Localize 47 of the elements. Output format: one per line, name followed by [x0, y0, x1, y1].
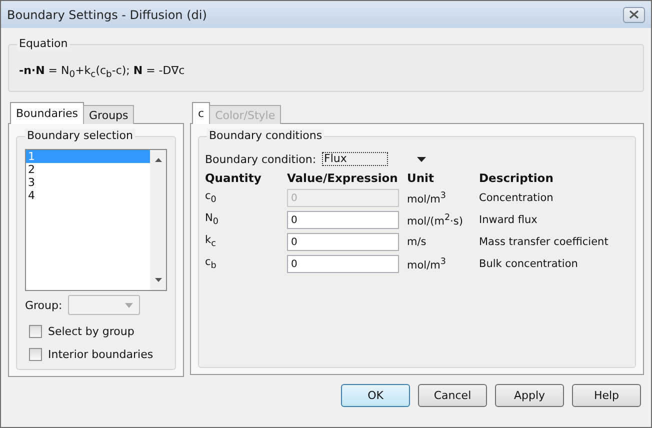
dialog-button[interactable]: Help — [572, 384, 641, 407]
checkbox-label: Select by group — [48, 325, 134, 338]
close-button[interactable] — [623, 6, 645, 22]
group-label: Equation — [17, 37, 70, 50]
tab[interactable]: Boundaries — [10, 102, 84, 124]
description-cell-text: Bulk concentration — [479, 258, 579, 270]
caret-icon — [125, 302, 134, 308]
scrollbar[interactable] — [150, 150, 166, 290]
quantity-cell-text: c$_{0}$ — [205, 190, 218, 206]
group-label: Boundary selection — [25, 129, 135, 142]
value-field[interactable]: 0 — [287, 233, 399, 251]
description-cell-text: Inward flux — [479, 214, 538, 226]
group-label: Boundary conditions — [207, 129, 324, 142]
group-label: Group: — [25, 298, 62, 312]
description-cell-text: Mass transfer coefficient — [479, 236, 610, 248]
value-field[interactable]: 0 — [287, 211, 399, 229]
checkbox[interactable] — [29, 325, 42, 338]
quantity-cell-text: k$_{c}$ — [205, 234, 217, 250]
equation-text: -n·N = N$_{0}$+k$_{c}$(c$_{b}$-c); N = -D∇c — [19, 64, 185, 80]
unit-cell-text: mol/(m$^{2}$·s) — [407, 212, 464, 228]
list-item[interactable]: 3 — [26, 176, 150, 189]
dialog-button[interactable]: OK — [341, 384, 410, 407]
field-label: Boundary condition: — [205, 152, 316, 166]
description-cell-text: Concentration — [479, 192, 554, 204]
close-icon — [629, 10, 639, 19]
checkbox-label: Interior boundaries — [48, 348, 154, 361]
quantity-cell-text: c$_{b}$ — [205, 256, 218, 272]
list-item[interactable]: 4 — [26, 189, 150, 202]
caret-icon — [417, 156, 426, 162]
checkbox[interactable] — [29, 348, 42, 361]
tab[interactable]: Groups — [83, 105, 134, 124]
unit-cell-text: mol/m$^{3}$ — [407, 190, 447, 206]
list-item[interactable]: 2 — [26, 163, 150, 176]
unit-cell-text: mol/m$^{3}$ — [407, 256, 447, 272]
column-header: Quantity — [205, 171, 262, 185]
dialog-button[interactable]: Apply — [495, 384, 564, 407]
column-header: Unit — [407, 171, 435, 185]
window-title: Boundary Settings - Diffusion (di) — [7, 8, 207, 22]
scroll-up-icon — [154, 158, 162, 162]
tab[interactable]: c — [192, 102, 210, 124]
column-header: Description — [479, 171, 554, 185]
value-field[interactable]: 0 — [287, 255, 399, 273]
unit-cell-text: m/s — [407, 236, 428, 248]
column-header: Value/Expression — [287, 171, 399, 185]
scroll-down-icon — [154, 278, 162, 282]
dialog-button[interactable]: Cancel — [418, 384, 487, 407]
quantity-cell-text: N$_{0}$ — [205, 212, 220, 228]
